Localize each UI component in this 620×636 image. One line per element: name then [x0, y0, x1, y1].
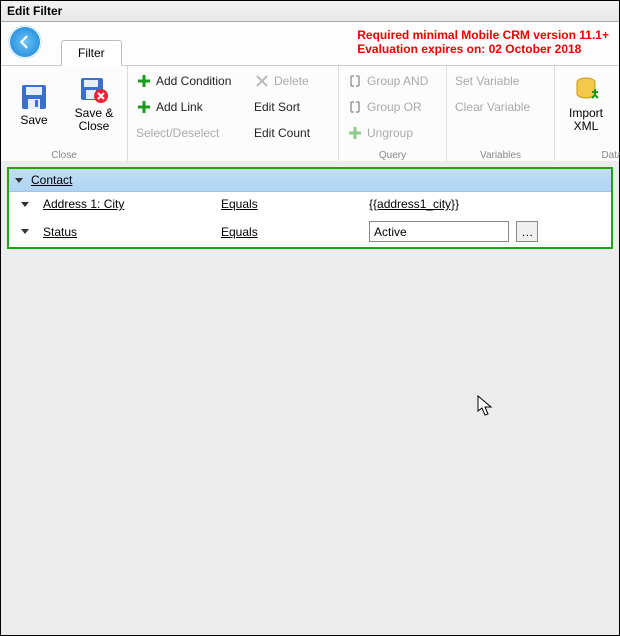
entity-row[interactable]: Contact: [9, 169, 611, 192]
group-data-footer: Data: [561, 148, 620, 161]
group-and-label: Group AND: [367, 74, 428, 88]
save-close-label: Save & Close: [75, 107, 114, 133]
ribbon-group-data: Import XML Export XML Data: [555, 66, 620, 163]
set-variable-label: Set Variable: [455, 74, 519, 88]
value-input[interactable]: [369, 221, 509, 242]
add-link-label: Add Link: [156, 100, 203, 114]
ribbon-group-query: Group AND Group OR Ungroup Query: [339, 66, 447, 163]
notice-line1: Required minimal Mobile CRM version 11.1…: [357, 28, 609, 42]
add-condition-label: Add Condition: [156, 74, 231, 88]
group-close-footer: Close: [7, 148, 121, 161]
plus-icon: [347, 125, 363, 141]
select-deselect-label: Select/Deselect: [136, 126, 219, 140]
group-and-button[interactable]: Group AND: [345, 70, 440, 92]
ribbon-group-variables: Set Variable Clear Variable Variables: [447, 66, 555, 163]
edit-count-label: Edit Count: [254, 126, 310, 140]
condition-row: Address 1: City Equals {{address1_city}}: [9, 192, 611, 216]
tab-strip: Filter Required minimal Mobile CRM versi…: [1, 22, 619, 66]
notice-line2: Evaluation expires on: 02 October 2018: [357, 42, 609, 56]
ungroup-label: Ungroup: [367, 126, 413, 140]
bracket-icon: [347, 73, 363, 89]
clear-variable-button[interactable]: Clear Variable: [453, 96, 548, 118]
bracket-icon: [347, 99, 363, 115]
field-selector[interactable]: Address 1: City: [43, 197, 124, 211]
save-icon: [19, 82, 49, 112]
save-button[interactable]: Save: [7, 70, 61, 138]
value-text[interactable]: {{address1_city}}: [369, 197, 459, 211]
arrow-left-icon: [16, 33, 34, 51]
delete-icon: [254, 73, 270, 89]
ungroup-button[interactable]: Ungroup: [345, 122, 440, 144]
set-variable-button[interactable]: Set Variable: [453, 70, 548, 92]
group-or-label: Group OR: [367, 100, 422, 114]
clear-variable-label: Clear Variable: [455, 100, 530, 114]
license-notice: Required minimal Mobile CRM version 11.1…: [357, 28, 609, 56]
field-selector[interactable]: Status: [43, 225, 77, 239]
plus-icon: [136, 99, 152, 115]
filter-canvas: Contact Address 1: City Equals {{address…: [1, 161, 619, 635]
delete-button[interactable]: Delete: [252, 70, 332, 92]
group-query-footer: Query: [345, 148, 440, 161]
delete-label: Delete: [274, 74, 309, 88]
operator-selector[interactable]: Equals: [221, 197, 258, 211]
condition-row: Status Equals …: [9, 216, 611, 247]
filter-box: Contact Address 1: City Equals {{address…: [7, 167, 613, 249]
add-link-button[interactable]: Add Link: [134, 96, 246, 118]
add-condition-button[interactable]: Add Condition: [134, 70, 246, 92]
ribbon-group-edit: Add Condition Add Link Select/Deselect D…: [128, 66, 339, 163]
caret-down-icon[interactable]: [21, 202, 29, 207]
import-xml-button[interactable]: Import XML: [561, 70, 611, 138]
ribbon: Save Save & Close Close Add Condition: [1, 66, 619, 164]
value-picker-button[interactable]: …: [516, 221, 538, 242]
tab-filter[interactable]: Filter: [61, 40, 122, 66]
edit-sort-label: Edit Sort: [254, 100, 300, 114]
save-close-icon: [79, 75, 109, 105]
group-variables-footer: Variables: [453, 148, 548, 161]
entity-name[interactable]: Contact: [31, 173, 72, 187]
plus-icon: [136, 73, 152, 89]
caret-down-icon: [15, 178, 23, 183]
caret-down-icon[interactable]: [21, 229, 29, 234]
edit-sort-button[interactable]: Edit Sort: [252, 96, 332, 118]
database-import-icon: [571, 75, 601, 105]
back-button[interactable]: [9, 26, 41, 58]
save-close-button[interactable]: Save & Close: [67, 70, 121, 138]
import-xml-label: Import XML: [569, 107, 603, 133]
operator-selector[interactable]: Equals: [221, 225, 258, 239]
ribbon-group-close: Save Save & Close Close: [1, 66, 128, 163]
edit-count-button[interactable]: Edit Count: [252, 122, 332, 144]
window-title: Edit Filter: [1, 1, 619, 22]
save-label: Save: [20, 114, 47, 127]
group-or-button[interactable]: Group OR: [345, 96, 440, 118]
select-deselect-button[interactable]: Select/Deselect: [134, 122, 246, 144]
